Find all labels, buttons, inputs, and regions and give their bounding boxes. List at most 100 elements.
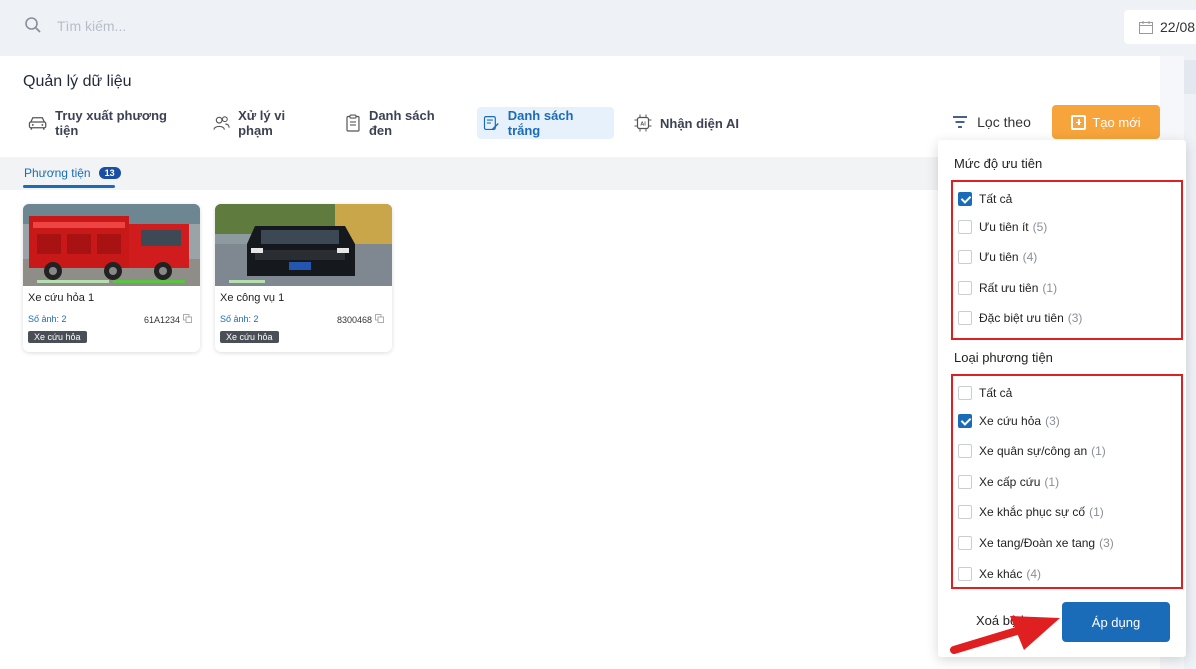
option-count: (4) (1022, 250, 1038, 264)
priority-option-normal[interactable]: Ưu tiên (4) (958, 249, 1037, 265)
tab-label: Danh sách trắng (507, 108, 574, 138)
subtab-label: Phương tiện (24, 166, 91, 180)
checkbox[interactable] (958, 192, 972, 206)
option-count: (4) (1026, 567, 1042, 581)
tab-danh-sach-trang[interactable]: Danh sách trắng (477, 107, 614, 139)
create-new-button[interactable]: Tạo mới (1052, 105, 1160, 139)
calendar-icon (1139, 21, 1153, 34)
photo-count: Số ảnh: 2 (28, 314, 67, 324)
users-icon (213, 116, 230, 130)
annotation-arrow-icon (950, 616, 1060, 654)
filter-button-label: Lọc theo (977, 114, 1031, 130)
vehicle-photo (23, 204, 200, 286)
search-icon[interactable] (24, 16, 42, 34)
page-title: Quản lý dữ liệu (23, 73, 132, 90)
type-option-other[interactable]: Xe khác (4) (958, 566, 1041, 582)
option-label: Xe khắc phục sự cố (979, 505, 1086, 519)
priority-option-special[interactable]: Đặc biệt ưu tiên (3) (958, 310, 1082, 326)
checkbox[interactable] (958, 311, 972, 325)
checkbox[interactable] (958, 386, 972, 400)
car-icon (28, 117, 47, 130)
photo-count: Số ảnh: 2 (220, 314, 259, 324)
tab-nhan-dien-ai[interactable]: AI Nhận diện AI (628, 107, 746, 139)
plate-text: 8300468 (336, 314, 372, 325)
checkbox[interactable] (958, 567, 972, 581)
vehicle-type-section-title: Loại phương tiện (954, 350, 1053, 365)
plate-text: 61A1234 (143, 314, 180, 325)
checkbox[interactable] (958, 414, 972, 428)
subtab-phuong-tien[interactable]: Phương tiện 13 (24, 166, 121, 180)
vehicle-photo (215, 204, 392, 286)
tab-label: Nhận diện AI (660, 115, 739, 131)
option-label: Ưu tiên (979, 250, 1019, 264)
option-label: Xe cấp cứu (979, 475, 1041, 489)
top-bar: Tìm kiếm... 22/08 (0, 0, 1196, 56)
vehicle-name: Xe công vụ 1 (220, 292, 285, 304)
priority-option-low[interactable]: Ưu tiên ít (5) (958, 219, 1047, 235)
checkbox[interactable] (958, 250, 972, 264)
checkbox[interactable] (958, 536, 972, 550)
license-plate: 61A1234 (144, 314, 192, 325)
option-label: Xe khác (979, 567, 1023, 581)
vehicle-type-tag: Xe cứu hỏa (28, 331, 87, 343)
tab-label: Truy xuất phương tiện (55, 108, 167, 138)
option-count: (1) (1042, 281, 1058, 295)
option-label: Rất ưu tiên (979, 281, 1039, 295)
type-option-military-police[interactable]: Xe quân sự/công an (1) (958, 443, 1106, 459)
tab-danh-sach-den[interactable]: Danh sách đen (339, 107, 467, 139)
tab-label: Xử lý vi phạm (238, 108, 286, 138)
priority-option-high[interactable]: Rất ưu tiên (1) (958, 280, 1057, 296)
list-edit-icon (483, 115, 499, 130)
option-count: (1) (1044, 475, 1060, 489)
priority-section-title: Mức độ ưu tiên (954, 156, 1043, 171)
date-value: 22/08 (1160, 19, 1196, 35)
checkbox[interactable] (958, 444, 972, 458)
option-label: Đặc biệt ưu tiên (979, 311, 1064, 325)
type-option-fire-truck[interactable]: Xe cứu hỏa (3) (958, 413, 1060, 429)
option-count: (1) (1089, 505, 1104, 519)
type-option-funeral[interactable]: Xe tang/Đoàn xe tang (3) (958, 535, 1114, 551)
option-count: (3) (1045, 414, 1060, 428)
filter-dropdown: Mức độ ưu tiên Tất cả Ưu tiên ít (5) Ưu t… (938, 140, 1186, 657)
priority-option-all[interactable]: Tất cả (958, 191, 1012, 207)
type-option-all[interactable]: Tất cả (958, 385, 1012, 401)
filter-button[interactable]: Lọc theo (938, 105, 1046, 139)
vehicle-card[interactable]: Xe cứu hỏa 1 Số ảnh: 2 61A1234 Xe cứu hỏ… (23, 204, 200, 352)
vehicle-name: Xe cứu hỏa 1 (28, 292, 95, 304)
checkbox[interactable] (958, 505, 972, 519)
option-count: (5) (1032, 220, 1048, 234)
active-subtab-indicator (23, 185, 115, 188)
option-count: (1) (1091, 444, 1106, 458)
tab-label: Danh sách đen (368, 108, 435, 138)
ai-chip-icon: AI (634, 114, 652, 132)
scrollbar-thumb[interactable] (1184, 60, 1196, 94)
type-option-ambulance[interactable]: Xe cấp cứu (1) (958, 474, 1059, 490)
checkbox[interactable] (958, 220, 972, 234)
license-plate: 8300468 (337, 314, 384, 325)
vehicle-card[interactable]: Xe công vụ 1 Số ảnh: 2 8300468 Xe cứu hỏ… (215, 204, 392, 352)
svg-text:AI: AI (640, 121, 646, 127)
checkbox[interactable] (958, 475, 972, 489)
option-label: Ưu tiên ít (979, 220, 1029, 234)
copy-icon[interactable] (183, 314, 192, 325)
option-label: Tất cả (979, 192, 1013, 206)
filter-icon (953, 116, 968, 128)
option-count: (3) (1067, 311, 1083, 325)
option-label: Xe tang/Đoàn xe tang (979, 536, 1096, 550)
option-label: Tất cả (979, 386, 1013, 400)
checkbox[interactable] (958, 281, 972, 295)
option-count: (3) (1099, 536, 1114, 550)
tab-truy-xuat-phuong-tien[interactable]: Truy xuất phương tiện (22, 107, 194, 139)
type-option-rescue[interactable]: Xe khắc phục sự cố (1) (958, 504, 1104, 520)
option-label: Xe cứu hỏa (979, 414, 1042, 428)
count-badge: 13 (98, 167, 121, 179)
search-input[interactable]: Tìm kiếm... (57, 18, 126, 34)
date-picker[interactable]: 22/08 (1124, 10, 1196, 44)
apply-button[interactable]: Áp dụng (1062, 602, 1170, 642)
plus-icon (1071, 114, 1087, 130)
vehicle-type-tag: Xe cứu hỏa (220, 331, 279, 343)
copy-icon[interactable] (375, 314, 384, 325)
create-new-label: Tạo mới (1092, 114, 1141, 130)
tab-xu-ly-vi-pham[interactable]: Xử lý vi phạm (207, 107, 325, 139)
option-label: Xe quân sự/công an (979, 444, 1088, 458)
